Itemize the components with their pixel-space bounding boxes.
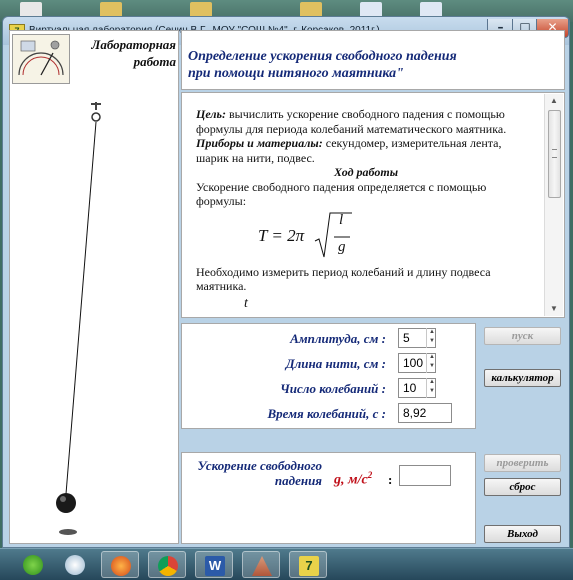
formula-lhs: T = 2π bbox=[258, 225, 305, 245]
goal-label: Цель: bbox=[196, 107, 226, 121]
pendulum-drawing bbox=[56, 102, 101, 535]
length-spinner[interactable]: ▲ ▼ bbox=[426, 353, 437, 373]
g-unit: g, м/с bbox=[334, 472, 368, 488]
topic-line1: Определение ускорения свободного падения bbox=[188, 49, 457, 64]
spin-down-icon[interactable]: ▼ bbox=[427, 362, 437, 371]
scroll-down-arrow-icon[interactable]: ▼ bbox=[545, 302, 563, 316]
instructions-scrollbar[interactable]: ▲ ▼ bbox=[544, 94, 563, 316]
hook-icon bbox=[91, 112, 101, 122]
lab-title: Лабораторная работа bbox=[76, 36, 176, 70]
result-label-line2: падения bbox=[274, 473, 322, 488]
topic-title: Определение ускорения свободного падения… bbox=[188, 48, 457, 82]
time-label: Время колебаний, с : bbox=[267, 406, 386, 421]
chrome-icon[interactable] bbox=[148, 551, 186, 578]
formula-numerator: l bbox=[339, 211, 344, 228]
virtual-lab-taskbar-icon[interactable]: 7 bbox=[289, 551, 327, 578]
taskbar: W 7 bbox=[0, 548, 573, 580]
procedure-text: Ускорение свободного падения определяетс… bbox=[196, 179, 487, 209]
g-result-field[interactable] bbox=[399, 465, 451, 486]
time-field[interactable]: 8,92 bbox=[398, 403, 452, 423]
lab-logo bbox=[12, 34, 70, 84]
result-label-line1: Ускорение свободного bbox=[197, 458, 322, 473]
amplitude-spinner[interactable]: ▲ ▼ bbox=[426, 328, 437, 348]
period-formula: T = 2π l g bbox=[196, 209, 536, 265]
materials-label: Приборы и материалы: bbox=[196, 136, 323, 150]
reset-button[interactable]: сброс bbox=[484, 478, 561, 496]
scroll-thumb[interactable] bbox=[548, 110, 561, 198]
scroll-up-arrow-icon[interactable]: ▲ bbox=[545, 94, 563, 108]
app-triangle-icon[interactable] bbox=[242, 551, 280, 578]
g-colon: : bbox=[388, 472, 393, 487]
spin-up-icon[interactable]: ▲ bbox=[427, 353, 437, 362]
lab-title-line2: работа bbox=[133, 54, 176, 69]
lab-title-line1: Лабораторная bbox=[91, 37, 176, 52]
formula-denominator: g bbox=[338, 238, 346, 255]
result-label: Ускорение свободного падения bbox=[186, 458, 322, 488]
goal-text: вычислить ускорение свободного падения с… bbox=[196, 107, 507, 136]
cut-symbol: t bbox=[244, 295, 248, 311]
word-icon[interactable]: W bbox=[195, 551, 233, 578]
spin-up-icon[interactable]: ▲ bbox=[427, 328, 437, 337]
check-button[interactable]: проверить bbox=[484, 454, 561, 472]
g-unit-power: 2 bbox=[367, 470, 373, 480]
topic-line2: при помощи нитяного маятника" bbox=[188, 66, 404, 81]
pendulum-ball bbox=[56, 493, 76, 513]
measure-text: Необходимо измерить период колебаний и д… bbox=[196, 264, 491, 294]
procedure-heading: Ход работы bbox=[333, 165, 399, 179]
pendulum-shadow bbox=[59, 529, 77, 535]
spin-up-icon[interactable]: ▲ bbox=[427, 378, 437, 387]
amplitude-label: Амплитуда, см : bbox=[290, 331, 386, 346]
count-spinner[interactable]: ▲ ▼ bbox=[426, 378, 437, 398]
calculator-button[interactable]: калькулятор bbox=[484, 369, 561, 387]
count-label: Число колебаний : bbox=[280, 381, 386, 396]
spin-down-icon[interactable]: ▼ bbox=[427, 387, 437, 396]
network-icon[interactable] bbox=[56, 551, 94, 578]
icq-icon[interactable] bbox=[14, 551, 52, 578]
firefox-icon[interactable] bbox=[101, 551, 139, 578]
spin-down-icon[interactable]: ▼ bbox=[427, 337, 437, 346]
length-label: Длина нити, см : bbox=[285, 356, 386, 371]
g-symbol: g, м/с2 bbox=[334, 470, 372, 489]
exit-button[interactable]: Выход bbox=[484, 525, 561, 543]
instructions-box[interactable]: Цель: вычислить ускорение свободного пад… bbox=[181, 92, 565, 318]
start-button[interactable]: пуск bbox=[484, 327, 561, 345]
